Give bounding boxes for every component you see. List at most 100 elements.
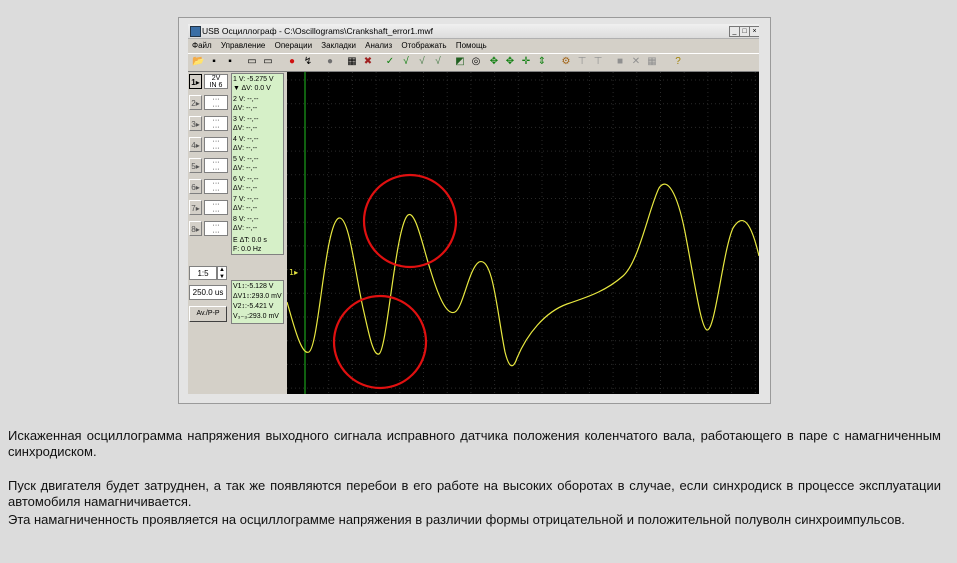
- caption-paragraph-3: Эта намагниченность проявляется на осцил…: [8, 512, 905, 527]
- channel-7-button[interactable]: 7▸: [189, 200, 202, 215]
- menu-analysis[interactable]: Анализ: [365, 41, 392, 50]
- cursor-a-icon[interactable]: ✥: [488, 56, 500, 68]
- channel-3-button[interactable]: 3▸: [189, 116, 202, 131]
- channel-1-delta-voltage: ▼ ΔV: 0.0 V: [233, 85, 271, 92]
- measurement-2: ΔV1↕:293.0 mV: [233, 293, 282, 300]
- channel-2-range: ···: [212, 96, 220, 103]
- channel-1-marker[interactable]: 1▸: [289, 268, 298, 277]
- channel-panel: 1▸ 2V IN 6 2▸ ··· ··· 3▸ ··· ··· 4▸ ··· ··· 5▸ ··· ···…: [188, 72, 286, 394]
- measurement-3: V2↕:-5.421 V: [233, 303, 274, 310]
- channel-4-range: ···: [212, 138, 220, 145]
- channel-5-delta-voltage: ΔV: --,--: [233, 165, 258, 172]
- channel-7-range: ···: [212, 201, 220, 208]
- channel-5-settings[interactable]: ··· ···: [204, 158, 228, 173]
- oscilloscope-screen[interactable]: 1▸: [286, 72, 759, 394]
- stop-icon[interactable]: ●: [286, 56, 298, 68]
- cursor-c-icon[interactable]: ✛: [520, 56, 532, 68]
- scale-field[interactable]: 1:5: [189, 266, 217, 280]
- close-button[interactable]: ×: [749, 26, 759, 37]
- channel-5-button[interactable]: 5▸: [189, 158, 202, 173]
- channel-8-delta-voltage: ΔV: --,--: [233, 225, 258, 232]
- highlight-circle-positive: [362, 173, 458, 269]
- grid-icon[interactable]: ▦: [646, 56, 658, 68]
- measurement-1: V1↕:-5.128 V: [233, 283, 274, 290]
- menu-view[interactable]: Отображать: [401, 41, 446, 50]
- measurements-panel: V1↕:-5.128 V ΔV1↕:293.0 mV V2↕:-5.421 V …: [231, 280, 284, 324]
- highlight-circle-negative: [332, 294, 428, 390]
- scope-graph: 1▸: [286, 72, 759, 394]
- app-icon: [190, 26, 201, 37]
- menu-bookmarks[interactable]: Закладки: [321, 41, 356, 50]
- window-title: USB Осциллограф - C:\Oscillograms\Cranks…: [202, 26, 433, 36]
- filter2-icon[interactable]: ⊤: [592, 56, 604, 68]
- channel-6-range: ···: [212, 180, 220, 187]
- channel-5-input: ···: [212, 166, 220, 173]
- channel-1-range: 2V: [211, 75, 221, 82]
- channel-8-settings[interactable]: ··· ···: [204, 221, 228, 236]
- channel-7-input: ···: [212, 208, 220, 215]
- menu-operations[interactable]: Операции: [275, 41, 312, 50]
- toolbar: 📂 ▪ ▪ ▭ ▭ ● ↯ ● ▦ ✖ ✓ √ √ √ ◩ ◎ ✥ ✥ ✛ ⇕ ⚙ ⊤ ⊤ ■ ✕ ▦?: [188, 53, 759, 72]
- channel-1-input: IN 6: [209, 82, 223, 89]
- record-icon[interactable]: ●: [324, 56, 336, 68]
- marker-c-icon[interactable]: √: [432, 56, 444, 68]
- print-icon[interactable]: ▭: [246, 56, 258, 68]
- marker-a-icon[interactable]: √: [400, 56, 412, 68]
- channel-2-delta-voltage: ΔV: --,--: [233, 105, 258, 112]
- menu-help[interactable]: Помощь: [456, 41, 487, 50]
- timebase-field[interactable]: 250.0 us: [189, 285, 227, 300]
- print-preview-icon[interactable]: ▭: [262, 56, 274, 68]
- menu-control[interactable]: Управление: [221, 41, 265, 50]
- mode-button[interactable]: Av./P-P: [189, 306, 227, 322]
- channel-8-range: ···: [212, 222, 220, 229]
- channel-6-input: ···: [212, 187, 220, 194]
- channel-1-button[interactable]: 1▸: [189, 74, 202, 89]
- channel-4-settings[interactable]: ··· ···: [204, 137, 228, 152]
- values-panel: 1 V: -5.275 V ▼ ΔV: 0.0 V2 V: --,-- ΔV: -…: [231, 73, 284, 255]
- channel-8-input: ···: [212, 229, 220, 236]
- channel-6-button[interactable]: 6▸: [189, 179, 202, 194]
- cursor-d-icon[interactable]: ⇕: [536, 56, 548, 68]
- channel-6-delta-voltage: ΔV: --,--: [233, 185, 258, 192]
- measurement-4: V₃₋₃:293.0 mV: [233, 313, 279, 320]
- channel-7-settings[interactable]: ··· ···: [204, 200, 228, 215]
- channel-2-input: ···: [212, 103, 220, 110]
- filter-icon[interactable]: ⊤: [576, 56, 588, 68]
- title-bar: USB Осциллограф - C:\Oscillograms\Cranks…: [188, 24, 759, 39]
- channel-4-delta-voltage: ΔV: --,--: [233, 145, 258, 152]
- zoom-icon[interactable]: ◎: [470, 56, 482, 68]
- oscilloscope-window: USB Осциллограф - C:\Oscillograms\Cranks…: [188, 24, 759, 394]
- tool-icon[interactable]: ✖: [362, 56, 374, 68]
- channel-3-input: ···: [212, 124, 220, 131]
- scale-spinner[interactable]: ▲ ▼: [217, 266, 227, 280]
- export-icon[interactable]: ▦: [346, 56, 358, 68]
- color-icon[interactable]: ◩: [454, 56, 466, 68]
- menu-file[interactable]: Файл: [192, 41, 212, 50]
- square-icon[interactable]: ■: [614, 56, 626, 68]
- open-icon[interactable]: 📂: [192, 56, 204, 68]
- save-as-icon[interactable]: ▪: [224, 56, 236, 68]
- channel-2-button[interactable]: 2▸: [189, 95, 202, 110]
- channel-3-range: ···: [212, 117, 220, 124]
- check-icon[interactable]: ✓: [384, 56, 396, 68]
- channel-4-input: ···: [212, 145, 220, 152]
- run-icon[interactable]: ↯: [302, 56, 314, 68]
- marker-b-icon[interactable]: √: [416, 56, 428, 68]
- help-icon[interactable]: ?: [672, 56, 684, 68]
- channel-2-settings[interactable]: ··· ···: [204, 95, 228, 110]
- cursor-b-icon[interactable]: ✥: [504, 56, 516, 68]
- caption-paragraph-1: Искаженная осциллограмма напряжения выхо…: [8, 428, 941, 459]
- signal-trace: [286, 183, 759, 367]
- settings-icon[interactable]: ⚙: [560, 56, 572, 68]
- channel-1-settings[interactable]: 2V IN 6: [204, 74, 228, 89]
- channel-4-button[interactable]: 4▸: [189, 137, 202, 152]
- save-icon[interactable]: ▪: [208, 56, 220, 68]
- caption-paragraph-2: Пуск двигателя будет затруднен, а так же…: [8, 478, 941, 509]
- channel-7-delta-voltage: ΔV: --,--: [233, 205, 258, 212]
- channel-5-range: ···: [212, 159, 220, 166]
- menu-bar: Файл Управление Операции Закладки Анализ…: [188, 39, 759, 52]
- channel-8-button[interactable]: 8▸: [189, 221, 202, 236]
- cancel-icon[interactable]: ✕: [630, 56, 642, 68]
- channel-3-settings[interactable]: ··· ···: [204, 116, 228, 131]
- channel-6-settings[interactable]: ··· ···: [204, 179, 228, 194]
